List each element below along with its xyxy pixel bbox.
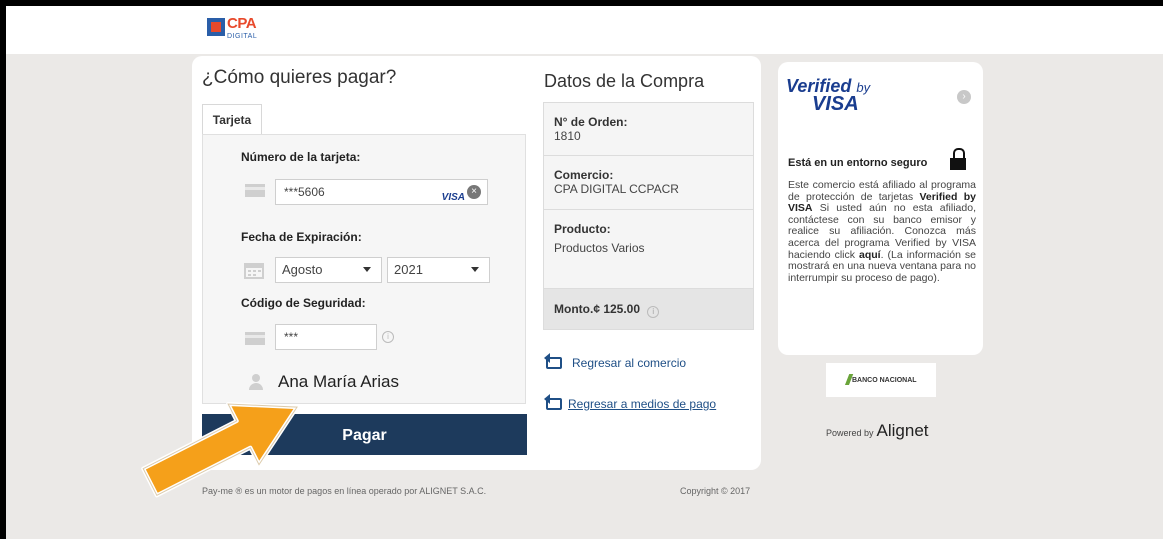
chevron-right-icon[interactable]: › [957, 90, 971, 104]
back-to-methods-label: Regresar a medios de pago [568, 397, 717, 411]
vbv-aqui-link[interactable]: aquí [859, 249, 881, 261]
amount-row: Monto.¢ 125.00 i [544, 289, 753, 329]
order-row: N° de Orden: 1810 [544, 103, 753, 156]
chevron-down-icon [471, 267, 479, 272]
secure-heading: Está en un entorno seguro [788, 157, 928, 169]
return-arrow-icon [544, 353, 562, 369]
bank-name: BANCO NACIONAL [851, 376, 917, 384]
chevron-down-icon [363, 267, 371, 272]
return-arrow-icon [544, 394, 562, 410]
bank-mark-icon: /// [845, 371, 851, 389]
vbv-description: Este comercio está afiliado al programa … [788, 179, 976, 284]
order-label: N° de Orden: [554, 115, 628, 129]
merchant-row: Comercio: CPA DIGITAL CCPACR [544, 156, 753, 210]
vbv-visa-text: VISA [812, 93, 859, 115]
info-icon[interactable]: i [647, 306, 660, 318]
product-row: Producto: Productos Varios [544, 210, 753, 289]
back-to-methods-link[interactable]: Regresar a medios de pago [544, 394, 717, 411]
lock-icon [949, 148, 967, 170]
expiry-year-value: 2021 [394, 262, 423, 277]
powered-by-label: Powered by [826, 428, 874, 438]
clear-icon[interactable]: × [467, 185, 481, 199]
back-to-merchant-link[interactable]: Regresar al comercio [544, 353, 687, 370]
info-icon[interactable]: i [382, 331, 394, 343]
merchant-value: CPA DIGITAL CCPACR [554, 182, 679, 196]
alignet-brand: Alignet [876, 421, 929, 440]
purchase-table: N° de Orden: 1810 Comercio: CPA DIGITAL … [543, 102, 754, 330]
merchant-label: Comercio: [554, 168, 614, 182]
back-to-merchant-label: Regresar al comercio [572, 356, 687, 370]
product-label: Producto: [554, 222, 611, 236]
expiry-year-select[interactable]: 2021 [387, 257, 490, 283]
order-value: 1810 [554, 129, 581, 143]
purchase-heading: Datos de la Compra [544, 71, 705, 91]
product-value: Productos Varios [554, 241, 645, 255]
banco-nacional-logo: /// BANCO NACIONAL [826, 363, 936, 397]
verified-by-visa-logo: Verified by VISA [786, 76, 896, 116]
powered-by: Powered by Alignet [826, 421, 929, 441]
visa-badge-icon: VISA [441, 192, 465, 203]
annotation-arrow-icon [141, 402, 300, 498]
footer-copyright: Copyright © 2017 [680, 486, 751, 496]
amount-value: Monto.¢ 125.00 [554, 302, 641, 316]
